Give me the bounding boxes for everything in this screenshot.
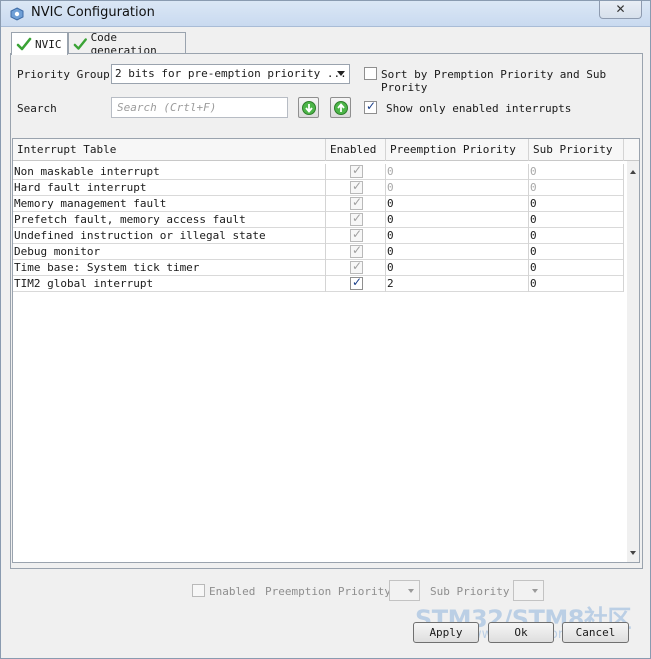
enabled-cell [326, 180, 386, 196]
tab-nvic[interactable]: NVIC [11, 32, 68, 55]
interrupt-name: Debug monitor [13, 244, 326, 260]
preemption-cell[interactable]: 0 [386, 228, 529, 244]
chevron-down-icon [408, 589, 414, 593]
preemption-cell: 0 [386, 180, 529, 196]
priority-group-value: 2 bits for pre-emption priority ... [115, 67, 347, 80]
priority-group-label: Priority Group [17, 68, 110, 81]
search-previous-button[interactable] [330, 97, 351, 118]
preemption-cell[interactable]: 0 [386, 212, 529, 228]
enabled-checkbox [350, 228, 363, 242]
sub-priority-cell[interactable]: 0 [529, 244, 624, 260]
gear-cube-icon [10, 7, 24, 21]
scroll-up-icon[interactable] [630, 170, 636, 174]
interrupt-name: Prefetch fault, memory access fault [13, 212, 326, 228]
sort-label: Sort by Premption Priority and Sub Prori… [381, 68, 607, 94]
cancel-button[interactable]: Cancel [562, 622, 629, 643]
interrupt-name: TIM2 global interrupt [13, 276, 326, 292]
enabled-cell [326, 212, 386, 228]
enabled-cell [326, 228, 386, 244]
enabled-checkbox [350, 212, 363, 226]
close-button[interactable]: ✕ [599, 1, 642, 19]
table-header: Interrupt Table Enabled Preemption Prior… [13, 139, 639, 161]
table-scrollbar[interactable] [627, 161, 639, 562]
preemption-cell: 0 [386, 164, 529, 180]
table-row[interactable]: Non maskable interrupt 0 0 [13, 164, 624, 180]
sub-priority-cell[interactable]: 0 [529, 228, 624, 244]
interrupt-name: Memory management fault [13, 196, 326, 212]
show-enabled-checkbox[interactable] [364, 99, 377, 114]
green-arrow-down-icon [302, 101, 316, 115]
sub-priority-cell: 0 [529, 164, 624, 180]
editor-sub-priority-select[interactable] [513, 580, 544, 601]
interrupt-name: Time base: System tick timer [13, 260, 326, 276]
enabled-checkbox [350, 180, 363, 194]
enabled-checkbox[interactable] [350, 276, 363, 290]
preemption-cell[interactable]: 2 [386, 276, 529, 292]
tab-label: NVIC [35, 37, 62, 51]
enabled-cell [326, 244, 386, 260]
sub-priority-cell[interactable]: 0 [529, 212, 624, 228]
table-row[interactable]: Memory management fault 0 0 [13, 196, 624, 212]
table-row[interactable]: Prefetch fault, memory access fault 0 0 [13, 212, 624, 228]
interrupt-name: Non maskable interrupt [13, 164, 326, 180]
enabled-cell [326, 164, 386, 180]
column-header-interrupt[interactable]: Interrupt Table [13, 139, 326, 161]
search-input[interactable]: Search (Crtl+F) [111, 97, 288, 118]
editor-sub-priority-label: Sub Priority [430, 585, 510, 598]
green-check-icon [16, 37, 32, 51]
editor-enabled-checkbox[interactable] [192, 584, 205, 597]
show-enabled-label: Show only enabled interrupts [386, 102, 572, 115]
sort-checkbox[interactable] [364, 67, 377, 80]
preemption-cell[interactable]: 0 [386, 196, 529, 212]
title-bar: NVIC Configuration ✕ [1, 1, 650, 27]
interrupt-table: Interrupt Table Enabled Preemption Prior… [12, 138, 640, 563]
preemption-cell[interactable]: 0 [386, 244, 529, 260]
green-arrow-up-icon [334, 101, 348, 115]
enabled-checkbox [350, 164, 363, 178]
enabled-checkbox [350, 260, 363, 274]
enabled-cell [326, 196, 386, 212]
enabled-cell [326, 260, 386, 276]
interrupt-name: Undefined instruction or illegal state [13, 228, 326, 244]
column-header-enabled[interactable]: Enabled [326, 139, 386, 161]
column-header-sub-priority[interactable]: Sub Priority [529, 139, 624, 161]
priority-group-select[interactable]: 2 bits for pre-emption priority ... [111, 64, 350, 84]
scroll-down-icon[interactable] [630, 551, 636, 555]
editor-enabled-label: Enabled [209, 585, 256, 598]
sub-priority-cell[interactable]: 0 [529, 260, 624, 276]
sub-priority-cell: 0 [529, 180, 624, 196]
chevron-down-icon [532, 589, 538, 593]
enabled-cell [326, 276, 386, 292]
interrupt-name: Hard fault interrupt [13, 180, 326, 196]
apply-button[interactable]: Apply [413, 622, 479, 643]
editor-preemption-select[interactable] [389, 580, 420, 601]
chevron-down-icon [337, 71, 345, 76]
green-check-icon [73, 37, 87, 50]
table-row[interactable]: Hard fault interrupt 0 0 [13, 180, 624, 196]
sub-priority-cell[interactable]: 0 [529, 196, 624, 212]
column-header-preemption[interactable]: Preemption Priority [386, 139, 529, 161]
preemption-cell[interactable]: 0 [386, 260, 529, 276]
table-row[interactable]: Undefined instruction or illegal state 0… [13, 228, 624, 244]
table-row[interactable]: TIM2 global interrupt 2 0 [13, 276, 624, 292]
enabled-checkbox [350, 244, 363, 258]
table-row[interactable]: Time base: System tick timer 0 0 [13, 260, 624, 276]
table-row[interactable]: Debug monitor 0 0 [13, 244, 624, 260]
search-label: Search [17, 102, 57, 115]
tab-code-generation[interactable]: Code generation [68, 31, 186, 57]
ok-button[interactable]: Ok [488, 622, 554, 643]
sub-priority-cell[interactable]: 0 [529, 276, 624, 292]
window-title: NVIC Configuration [31, 5, 155, 20]
search-next-button[interactable] [298, 97, 319, 118]
editor-preemption-label: Preemption Priority [265, 585, 391, 598]
nvic-configuration-window: NVIC Configuration ✕ NVIC Code generatio… [0, 0, 651, 659]
enabled-checkbox [350, 196, 363, 210]
